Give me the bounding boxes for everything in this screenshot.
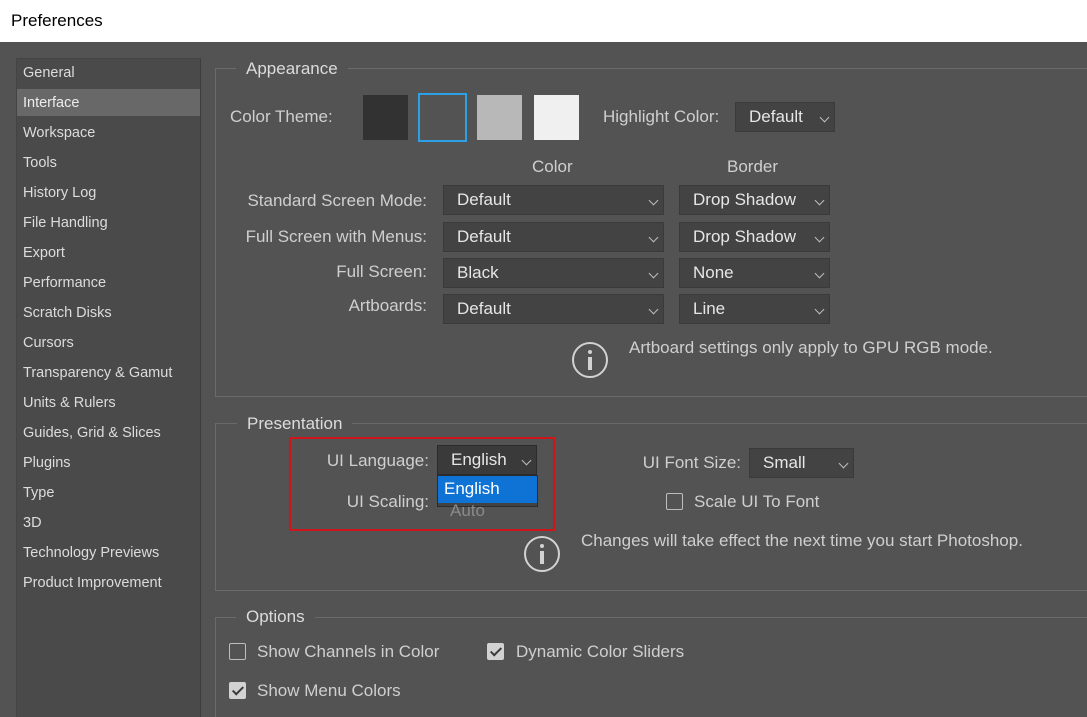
full-screen-border-value: None (693, 263, 734, 282)
ui-font-size-label: UI Font Size: (642, 453, 741, 472)
color-theme-label: Color Theme: (230, 107, 333, 126)
artboards-border-dropdown[interactable]: Line (679, 294, 830, 324)
show-channels-checkbox[interactable] (229, 643, 246, 660)
sidebar-item-workspace[interactable]: Workspace (17, 119, 200, 146)
full-screen-menus-border-dropdown[interactable]: Drop Shadow (679, 222, 830, 252)
chevron-down-icon (838, 458, 849, 469)
scale-ui-checkbox[interactable] (666, 493, 683, 510)
info-icon (572, 342, 608, 378)
dynamic-sliders-label[interactable]: Dynamic Color Sliders (516, 642, 684, 662)
full-screen-menus-color-dropdown[interactable]: Default (443, 222, 664, 252)
ui-language-options-popup: Auto English (437, 475, 538, 520)
scale-ui-label[interactable]: Scale UI To Font (694, 492, 819, 512)
sidebar-item-technology-previews[interactable]: Technology Previews (17, 539, 200, 566)
window-title: Preferences (0, 0, 1087, 42)
artboards-color-value: Default (457, 299, 511, 318)
sidebar-item-tools[interactable]: Tools (17, 149, 200, 176)
appearance-title: Appearance (236, 59, 348, 79)
sidebar-item-interface[interactable]: Interface (17, 89, 200, 116)
theme-swatch-darkest[interactable] (363, 95, 408, 140)
ui-language-value: English (451, 450, 507, 469)
highlight-color-value: Default (749, 107, 803, 126)
full-screen-label: Full Screen: (336, 262, 427, 281)
border-column-header: Border (727, 157, 779, 176)
chevron-down-icon (814, 232, 825, 243)
full-screen-border-dropdown[interactable]: None (679, 258, 830, 288)
show-menu-colors-label[interactable]: Show Menu Colors (257, 681, 401, 701)
sidebar-item-export[interactable]: Export (17, 239, 200, 266)
highlight-color-label: Highlight Color: (603, 107, 720, 126)
dynamic-sliders-checkbox[interactable] (487, 643, 504, 660)
presentation-info-text: Changes will take effect the next time y… (581, 531, 1023, 550)
full-screen-color-dropdown[interactable]: Black (443, 258, 664, 288)
standard-screen-border-dropdown[interactable]: Drop Shadow (679, 185, 830, 215)
chevron-down-icon (648, 304, 659, 315)
sidebar-item-history-log[interactable]: History Log (17, 179, 200, 206)
info-icon (524, 536, 560, 572)
ui-language-option-english[interactable]: English (438, 476, 537, 503)
ui-font-size-value: Small (763, 453, 806, 472)
options-group (215, 617, 1087, 717)
theme-swatch-light[interactable] (534, 95, 579, 140)
sidebar-item-3d[interactable]: 3D (17, 509, 200, 536)
full-screen-menus-color-value: Default (457, 227, 511, 246)
presentation-title: Presentation (237, 414, 353, 434)
sidebar-item-plugins[interactable]: Plugins (17, 449, 200, 476)
sidebar-item-product-improvement[interactable]: Product Improvement (17, 569, 200, 596)
highlight-color-dropdown[interactable]: Default (735, 102, 835, 132)
chevron-down-icon (814, 304, 825, 315)
sidebar-item-units-rulers[interactable]: Units & Rulers (17, 389, 200, 416)
ui-scaling-value: Auto (450, 501, 485, 520)
standard-screen-border-value: Drop Shadow (693, 190, 797, 209)
chevron-down-icon (648, 232, 659, 243)
chevron-down-icon (814, 195, 825, 206)
artboards-border-value: Line (693, 299, 726, 318)
artboards-label: Artboards: (348, 296, 427, 315)
sidebar-item-performance[interactable]: Performance (17, 269, 200, 296)
chevron-down-icon (648, 195, 659, 206)
category-sidebar: General Interface Workspace Tools History Lo… (16, 58, 201, 717)
full-screen-color-value: Black (457, 263, 499, 282)
presentation-group (215, 423, 1087, 591)
standard-screen-color-value: Default (457, 190, 511, 209)
ui-font-size-dropdown[interactable]: Small (749, 448, 854, 478)
chevron-down-icon (814, 268, 825, 279)
sidebar-item-guides-grid-slices[interactable]: Guides, Grid & Slices (17, 419, 200, 446)
standard-screen-mode-label: Standard Screen Mode: (247, 191, 427, 210)
theme-swatch-dark[interactable] (418, 93, 467, 142)
theme-swatch-medium[interactable] (477, 95, 522, 140)
show-menu-colors-checkbox[interactable] (229, 682, 246, 699)
full-screen-menus-label: Full Screen with Menus: (245, 227, 427, 246)
chevron-down-icon (521, 455, 532, 466)
chevron-down-icon (819, 112, 830, 123)
sidebar-item-file-handling[interactable]: File Handling (17, 209, 200, 236)
sidebar-item-cursors[interactable]: Cursors (17, 329, 200, 356)
options-title: Options (236, 607, 315, 627)
full-screen-menus-border-value: Drop Shadow (693, 227, 797, 246)
artboards-color-dropdown[interactable]: Default (443, 294, 664, 324)
sidebar-item-transparency-gamut[interactable]: Transparency & Gamut (17, 359, 200, 386)
ui-language-label: UI Language: (326, 451, 429, 470)
show-channels-label[interactable]: Show Channels in Color (257, 642, 439, 662)
color-column-header: Color (532, 157, 573, 176)
sidebar-item-type[interactable]: Type (17, 479, 200, 506)
standard-screen-color-dropdown[interactable]: Default (443, 185, 664, 215)
sidebar-item-general[interactable]: General (17, 59, 200, 86)
ui-language-dropdown[interactable]: English (437, 445, 537, 475)
chevron-down-icon (648, 268, 659, 279)
ui-scaling-label: UI Scaling: (346, 492, 429, 511)
artboard-info-text: Artboard settings only apply to GPU RGB … (629, 338, 993, 357)
sidebar-item-scratch-disks[interactable]: Scratch Disks (17, 299, 200, 326)
